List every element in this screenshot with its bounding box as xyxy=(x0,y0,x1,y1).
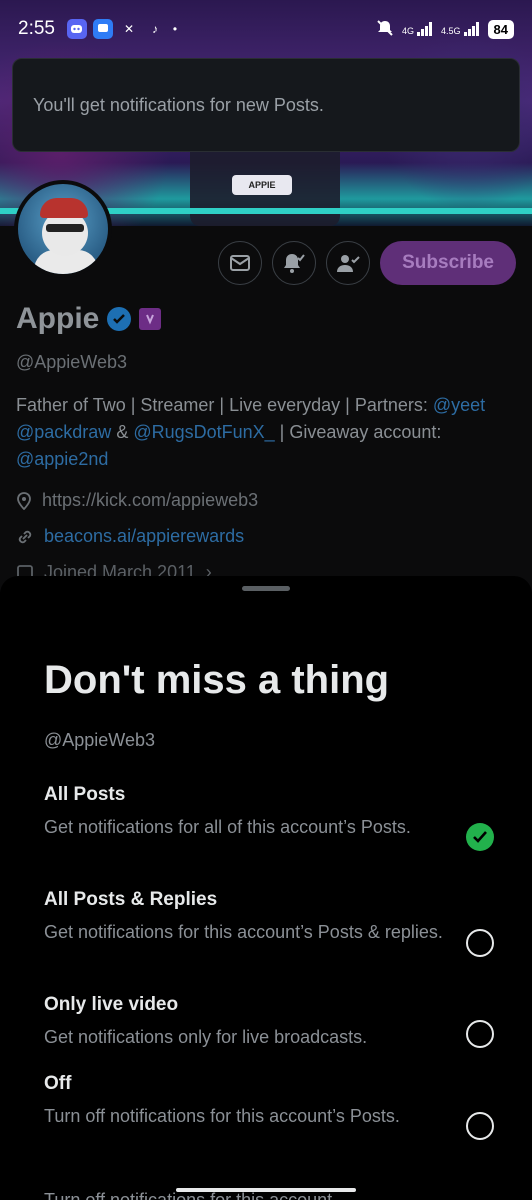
subscribe-button[interactable]: Subscribe xyxy=(380,241,516,285)
signal-icon-2: 4.5G xyxy=(441,22,480,36)
avatar-glasses xyxy=(46,224,84,232)
messages-icon xyxy=(92,19,113,39)
option-description: Get notifications for all of this accoun… xyxy=(44,817,411,837)
profile-name: Appie xyxy=(16,302,100,335)
notification-settings-sheet: Don't miss a thing @AppieWeb3 All Posts … xyxy=(0,576,532,1200)
bio-mention-packdraw[interactable]: @packdraw xyxy=(16,422,111,442)
status-bar: 2:55 ✕ ♪ • 4G 4.5G 84 xyxy=(0,0,532,58)
home-indicator[interactable] xyxy=(176,1188,356,1192)
envelope-icon xyxy=(230,255,251,271)
clock: 2:55 xyxy=(18,18,55,39)
radio-unselected-icon[interactable] xyxy=(466,929,494,957)
avatar[interactable] xyxy=(14,180,112,278)
sheet-drag-handle[interactable] xyxy=(242,586,290,591)
notification-toast: You'll get notifications for new Posts. xyxy=(12,58,520,152)
mute-icon xyxy=(376,19,394,40)
sheet-title: Don't miss a thing xyxy=(44,658,390,702)
option-title: Only live video xyxy=(44,994,179,1015)
website-row[interactable]: beacons.ai/appierewards xyxy=(16,526,244,547)
banner-shirt-text: APPIE xyxy=(232,175,292,195)
option-only-live-video[interactable]: Only live video Get notifications only f… xyxy=(44,994,494,1051)
profile-handle: @AppieWeb3 xyxy=(16,352,128,372)
location-pin-icon xyxy=(17,491,31,510)
user-check-icon xyxy=(337,255,360,272)
profile-name-row: Appie xyxy=(16,302,162,336)
x-app-icon: ✕ xyxy=(123,22,135,36)
sheet-account-handle: @AppieWeb3 xyxy=(44,730,156,750)
notifications-button[interactable] xyxy=(272,241,317,285)
avatar-hat xyxy=(40,198,88,218)
network-label-2: 4.5G xyxy=(441,26,461,36)
radio-selected-icon[interactable] xyxy=(466,823,494,851)
bell-check-icon xyxy=(284,254,305,273)
location-row: https://kick.com/appieweb3 xyxy=(16,490,258,511)
verified-badge-icon[interactable] xyxy=(107,307,132,331)
option-description: Turn off notifications for this account’… xyxy=(44,1106,400,1126)
website-link[interactable]: beacons.ai/appierewards xyxy=(44,526,244,547)
battery-indicator: 84 xyxy=(487,19,514,39)
bio-text: & xyxy=(111,422,134,442)
option-off[interactable]: Off Turn off notifications for this acco… xyxy=(44,1073,494,1140)
bio-text: | Giveaway account: xyxy=(274,422,442,442)
option-description: Get notifications for this account’s Pos… xyxy=(44,922,443,942)
option-all-posts-replies[interactable]: All Posts & Replies Get notifications fo… xyxy=(44,889,494,957)
bio-mention-appie2nd[interactable]: @appie2nd xyxy=(16,449,108,469)
option-title: All Posts & Replies xyxy=(44,889,218,910)
tiktok-icon: ♪ xyxy=(151,22,158,36)
bio-mention-yeet[interactable]: @yeet xyxy=(433,395,485,415)
toast-message: You'll get notifications for new Posts. xyxy=(33,94,324,115)
option-title: All Posts xyxy=(44,784,126,805)
bio-text: Father of Two | Streamer | Live everyday… xyxy=(16,395,433,415)
discord-icon xyxy=(66,19,87,39)
network-label: 4G xyxy=(402,26,415,36)
radio-unselected-icon[interactable] xyxy=(466,1112,494,1140)
message-button[interactable] xyxy=(218,241,263,285)
link-icon xyxy=(18,530,32,543)
follow-status-button[interactable] xyxy=(326,241,371,285)
option-all-posts[interactable]: All Posts Get notifications for all of t… xyxy=(44,784,494,851)
dot-icon: • xyxy=(172,22,178,36)
affiliate-badge-icon[interactable] xyxy=(139,308,162,330)
signal-icon: 4G xyxy=(402,22,433,36)
profile-actions: Subscribe xyxy=(218,241,516,285)
location-text: https://kick.com/appieweb3 xyxy=(42,490,259,510)
option-title: Off xyxy=(44,1073,72,1094)
profile-bio: Father of Two | Streamer | Live everyday… xyxy=(16,392,516,473)
radio-unselected-icon[interactable] xyxy=(466,1020,494,1048)
bio-mention-rugsdotfun[interactable]: @RugsDotFunX_ xyxy=(133,422,274,442)
option-description: Get notifications only for live broadcas… xyxy=(44,1027,368,1047)
